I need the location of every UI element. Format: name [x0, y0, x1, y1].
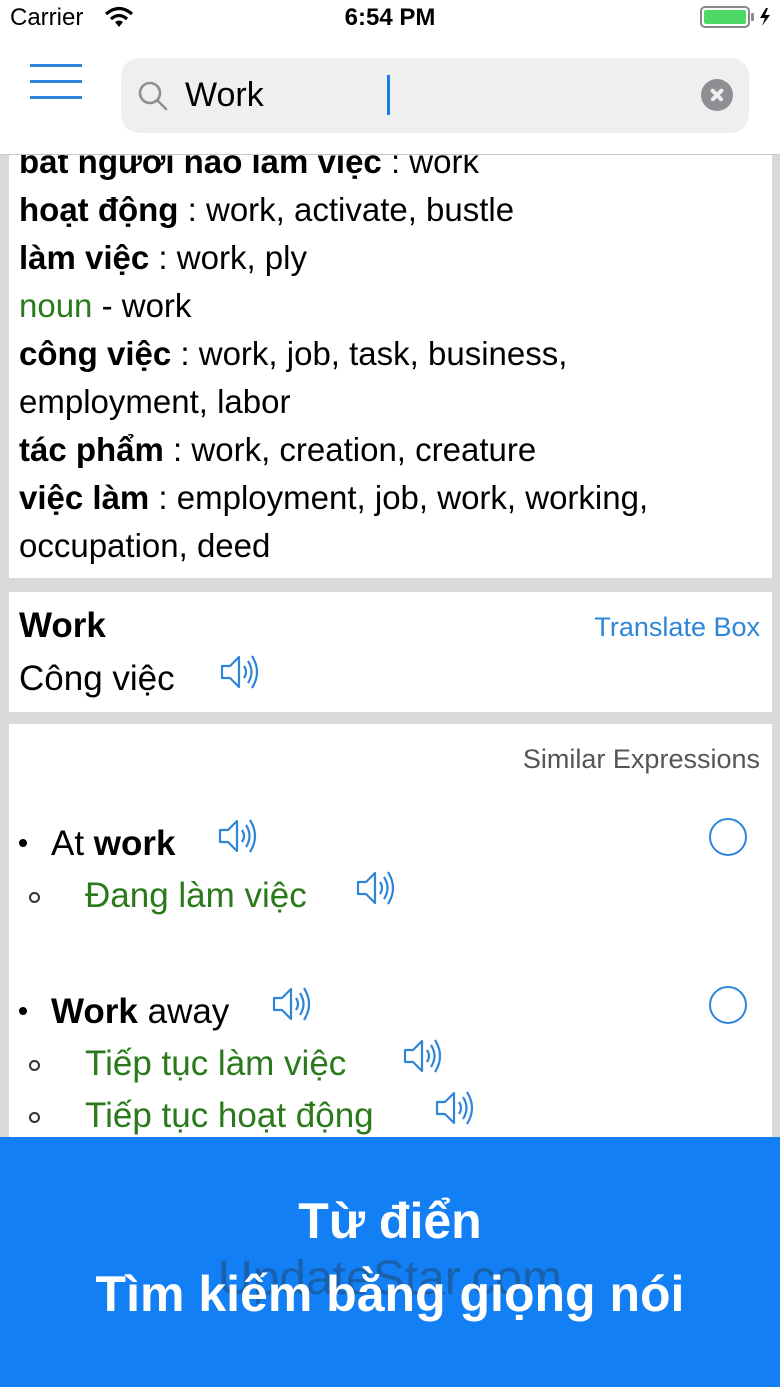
definition-term: hoạt động	[19, 191, 179, 228]
translation-meaning: Công việc	[19, 659, 175, 698]
similar-expressions-title: Similar Expressions	[522, 744, 760, 774]
sub-bullet-icon	[29, 1060, 40, 1071]
part-of-speech-heading: noun - work	[9, 282, 772, 330]
text-cursor	[387, 75, 390, 115]
bullet-icon	[19, 1007, 27, 1015]
definition-separator: :	[171, 335, 199, 372]
expression-text: At work	[51, 824, 176, 864]
speaker-icon[interactable]	[217, 816, 261, 856]
translate-box-link[interactable]: Translate Box	[594, 612, 760, 643]
expression-translation: Đang làm việc	[85, 876, 307, 915]
definition-line: việc làm : employment, job, work, workin…	[9, 474, 772, 570]
banner-subtitle: Tìm kiếm bằng giọng nói	[95, 1266, 685, 1322]
definition-separator: :	[149, 239, 177, 276]
top-bar	[0, 36, 780, 155]
battery-icon	[700, 6, 770, 28]
search-icon	[138, 81, 168, 111]
translation-card: Work Translate Box Công việc	[9, 592, 772, 712]
definition-separator: :	[381, 155, 410, 180]
definition-term: làm việc	[19, 239, 150, 276]
speaker-icon[interactable]	[402, 1036, 446, 1076]
search-bar[interactable]	[121, 58, 749, 133]
definition-line: bắt người nào làm việc : work	[9, 155, 772, 186]
definition-term: công việc	[19, 335, 172, 372]
definition-term: tác phẩm	[19, 431, 164, 468]
part-of-speech-label: noun	[19, 287, 93, 324]
definition-line: hoạt động : work, activate, bustle	[9, 186, 772, 234]
expression-keyword: Work	[51, 992, 138, 1031]
select-radio[interactable]	[709, 818, 747, 856]
expression-translation: Tiếp tục làm việc	[85, 1044, 347, 1083]
sub-bullet-icon	[29, 1112, 40, 1123]
translation-word: Work	[19, 606, 106, 645]
sub-bullet-icon	[29, 892, 40, 903]
expression-part: away	[137, 992, 230, 1031]
clear-search-icon[interactable]	[701, 79, 733, 111]
expression-translation: Tiếp tục hoạt động	[85, 1096, 374, 1135]
definition-term: bắt người nào làm việc	[19, 155, 382, 180]
definition-line: làm việc : work, ply	[9, 234, 772, 282]
definition-meaning: work, ply	[176, 239, 307, 276]
promo-banner: Từ điển UpdateStar.com Tìm kiếm bằng giọ…	[0, 1137, 780, 1387]
definitions-card: bắt người nào làm việc : work hoạt động …	[9, 155, 772, 578]
speaker-icon[interactable]	[219, 652, 263, 692]
definition-separator: :	[163, 431, 192, 468]
definition-separator: :	[178, 191, 206, 228]
similar-expressions-card: Similar Expressions At work Đang làm việ…	[9, 724, 772, 1137]
bullet-icon	[19, 839, 27, 847]
clock: 6:54 PM	[344, 4, 436, 31]
banner-title: Từ điển	[298, 1193, 482, 1249]
status-bar: Carrier 6:54 PM	[0, 0, 780, 36]
search-input[interactable]	[185, 70, 685, 120]
speaker-icon[interactable]	[355, 868, 399, 908]
definition-term: việc làm	[19, 479, 150, 516]
definition-line: tác phẩm : work, creation, creature	[9, 426, 772, 474]
expression-part: At	[51, 824, 94, 863]
expression-keyword: work	[93, 824, 176, 863]
definition-meaning: work	[409, 155, 479, 180]
definition-meaning: work, creation, creature	[191, 431, 537, 468]
select-radio[interactable]	[709, 986, 747, 1024]
definition-line: công việc : work, job, task, business, e…	[9, 330, 772, 426]
part-of-speech-word: - work	[92, 287, 192, 324]
definition-separator: :	[149, 479, 177, 516]
speaker-icon[interactable]	[434, 1088, 478, 1128]
hamburger-menu-icon[interactable]	[30, 64, 84, 102]
expression-text: Work away	[51, 992, 229, 1032]
definition-meaning: work, activate, bustle	[205, 191, 515, 228]
speaker-icon[interactable]	[271, 984, 315, 1024]
